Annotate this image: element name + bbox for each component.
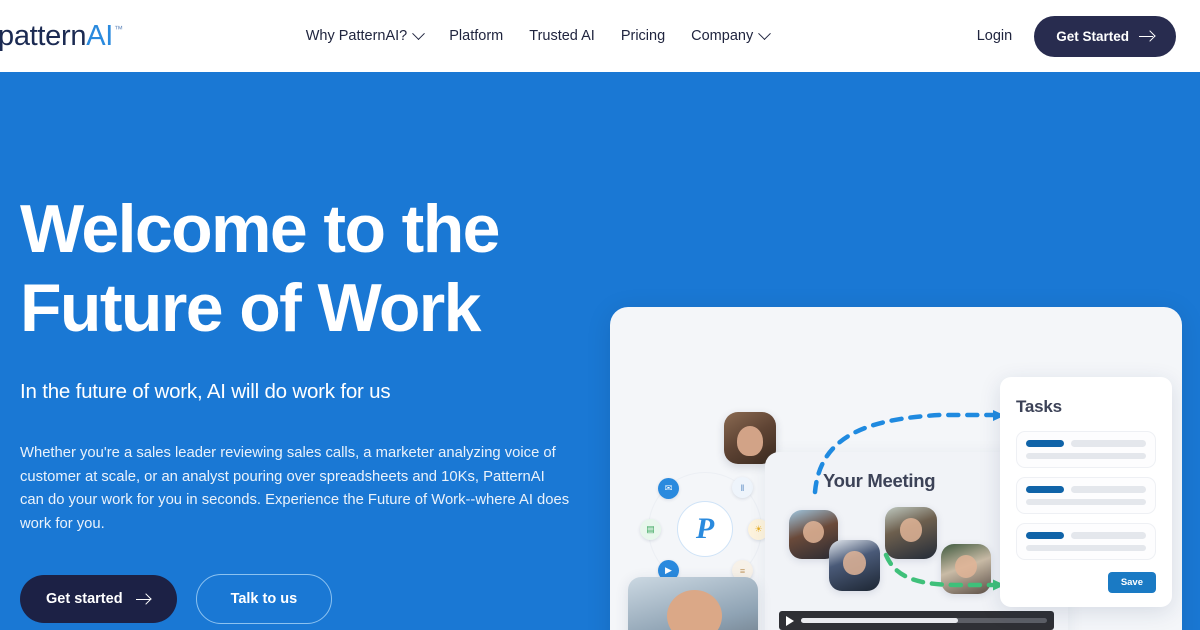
- login-link[interactable]: Login: [977, 28, 1012, 44]
- chevron-down-icon: [758, 26, 772, 40]
- placeholder-line: [1026, 453, 1146, 459]
- save-button[interactable]: Save: [1107, 572, 1156, 593]
- site-header: pattern AI ™ Why PatternAI? Platform Trust…: [0, 0, 1200, 72]
- placeholder-line: [1071, 486, 1146, 493]
- chat-icon: ✉: [658, 478, 679, 499]
- nav-item-trusted-ai[interactable]: Trusted AI: [529, 28, 595, 44]
- person-photo-card: [628, 577, 758, 630]
- hero-body-text: Whether you're a sales leader reviewing …: [20, 445, 570, 532]
- logo-text-primary: pattern: [0, 19, 87, 52]
- placeholder-line: [1026, 545, 1146, 551]
- video-player-bar[interactable]: [779, 611, 1054, 630]
- play-icon[interactable]: [786, 615, 794, 626]
- placeholder-line: [1071, 440, 1146, 447]
- nav-label: Why PatternAI?: [305, 28, 408, 44]
- tasks-heading: Tasks: [1016, 397, 1062, 416]
- video-progress-slider[interactable]: [801, 618, 1047, 623]
- avatar: [829, 540, 880, 591]
- trademark-symbol: ™: [114, 23, 123, 34]
- page-title: Welcome to the Future of Work: [20, 190, 600, 348]
- nav-item-platform[interactable]: Platform: [449, 28, 503, 44]
- task-row[interactable]: [1016, 523, 1156, 560]
- nav-label: Platform: [449, 28, 504, 44]
- task-row-header: [1026, 486, 1146, 493]
- avatar: [885, 507, 937, 559]
- get-started-label: Get Started: [1056, 28, 1129, 44]
- hero-illustration: P ✉ ‖ ▤ ☀ ▶ ≡ Your Meeting Tasks Save: [610, 307, 1182, 630]
- nav-item-company[interactable]: Company: [691, 26, 772, 44]
- task-row[interactable]: [1016, 431, 1156, 468]
- placeholder-line: [1026, 499, 1146, 505]
- patternai-logo-mark: P: [677, 501, 733, 557]
- primary-navigation: Why PatternAI? Platform Trusted AI Prici…: [305, 26, 772, 44]
- arrow-right-icon: [135, 594, 151, 605]
- document-icon: ▤: [640, 519, 661, 540]
- hero-cta-group: Get started Talk to us: [20, 574, 600, 624]
- patternai-orbit-widget: P ✉ ‖ ▤ ☀ ▶ ≡: [640, 472, 769, 586]
- tasks-panel: Tasks Save: [1000, 377, 1172, 607]
- hero-section: Welcome to the Future of Work In the fut…: [0, 72, 1200, 630]
- task-row-header: [1026, 532, 1146, 539]
- task-label-bar: [1026, 440, 1064, 447]
- task-row-header: [1026, 440, 1146, 447]
- hero-title-line-2: Future of Work: [20, 270, 481, 346]
- chart-icon: ‖: [732, 477, 753, 498]
- task-row[interactable]: [1016, 477, 1156, 514]
- nav-label: Pricing: [620, 28, 666, 44]
- meeting-title: Your Meeting: [823, 470, 936, 491]
- arrow-right-icon: [1139, 31, 1154, 42]
- header-actions: Login Get Started: [977, 15, 1176, 57]
- chevron-down-icon: [412, 26, 426, 40]
- nav-item-why-patternai[interactable]: Why PatternAI?: [305, 26, 426, 44]
- task-label-bar: [1026, 532, 1064, 539]
- logo-text-accent: AI: [86, 19, 113, 52]
- logo[interactable]: pattern AI ™: [0, 19, 123, 53]
- hero-get-started-label: Get started: [46, 591, 123, 607]
- task-label-bar: [1026, 486, 1064, 493]
- hero-title-line-1: Welcome to the: [20, 191, 500, 267]
- get-started-button[interactable]: Get Started: [1034, 15, 1176, 57]
- nav-label: Trusted AI: [529, 28, 595, 44]
- placeholder-line: [1071, 532, 1146, 539]
- avatar: [941, 544, 991, 594]
- hero-get-started-button[interactable]: Get started: [20, 575, 177, 623]
- talk-to-us-button[interactable]: Talk to us: [195, 574, 333, 624]
- nav-label: Company: [691, 28, 754, 44]
- hero-subtitle: In the future of work, AI will do work f…: [20, 380, 391, 403]
- hero-copy: Welcome to the Future of Work In the fut…: [20, 190, 600, 624]
- nav-item-pricing[interactable]: Pricing: [621, 28, 665, 44]
